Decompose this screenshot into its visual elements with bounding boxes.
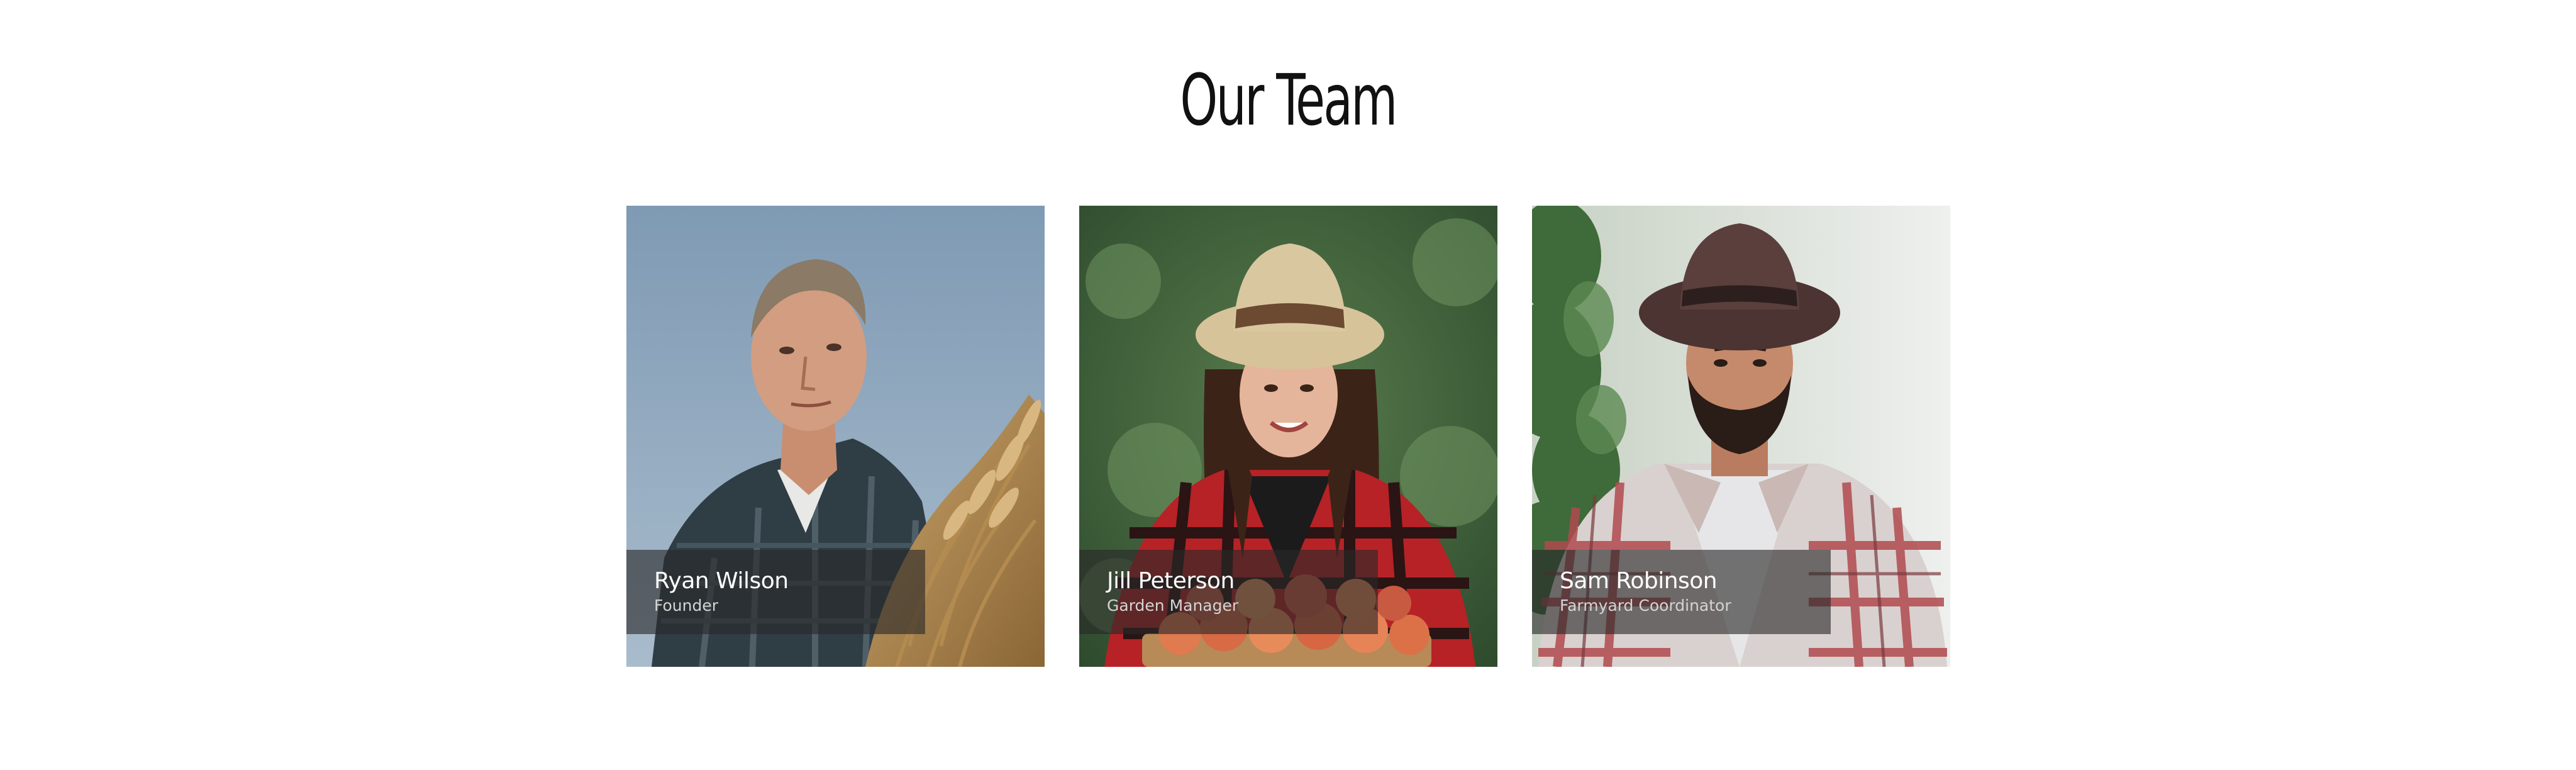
section-title: Our Team	[1180, 60, 1397, 142]
member-role: Founder	[654, 596, 719, 615]
member-caption: Ryan Wilson Founder	[626, 550, 925, 634]
member-role: Garden Manager	[1107, 596, 1239, 615]
team-grid: Ryan Wilson Founder Jill Peterson Garden…	[626, 206, 1950, 667]
team-card-sam-robinson[interactable]: Sam Robinson Farmyard Coordinator	[1532, 206, 1950, 667]
team-card-ryan-wilson[interactable]: Ryan Wilson Founder	[626, 206, 1045, 667]
member-name: Ryan Wilson	[654, 568, 789, 594]
member-name: Jill Peterson	[1107, 568, 1235, 594]
member-name: Sam Robinson	[1560, 568, 1718, 594]
member-caption: Jill Peterson Garden Manager	[1079, 550, 1378, 634]
member-caption: Sam Robinson Farmyard Coordinator	[1532, 550, 1831, 634]
team-card-jill-peterson[interactable]: Jill Peterson Garden Manager	[1079, 206, 1497, 667]
member-role: Farmyard Coordinator	[1560, 596, 1731, 615]
